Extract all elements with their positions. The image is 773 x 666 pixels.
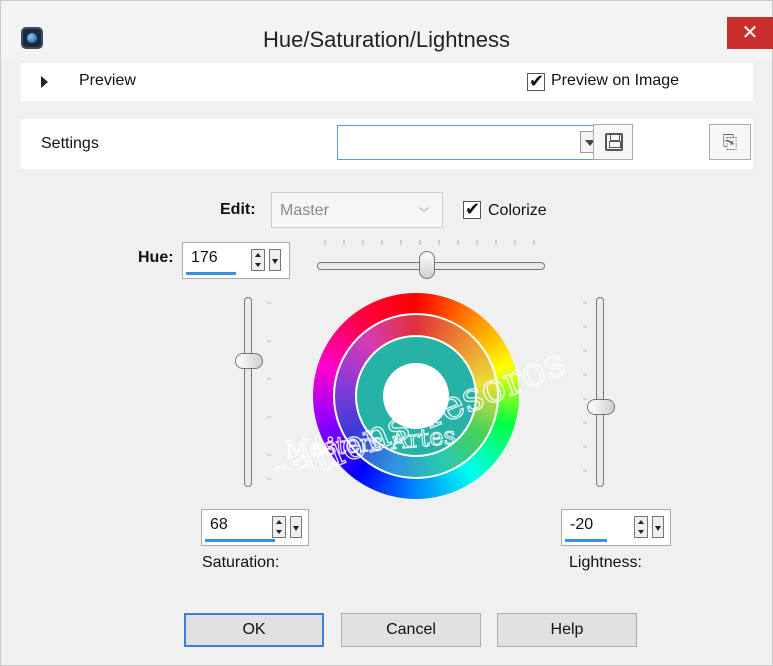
edit-channel-value: Master <box>280 202 329 219</box>
lightness-slider-track[interactable] <box>596 297 604 487</box>
hue-value-indicator <box>186 272 236 275</box>
hue-label: Hue: <box>138 249 174 266</box>
presets-icon: ⎘ <box>722 132 738 152</box>
settings-row: Settings ⎘ <box>21 119 753 169</box>
hue-dropdown-button[interactable] <box>269 249 281 271</box>
wheel-center <box>383 363 449 429</box>
color-wheel <box>313 293 519 499</box>
settings-label: Settings <box>41 135 99 152</box>
edit-channel-select[interactable]: Master ﹀ <box>271 192 443 228</box>
lightness-dropdown-button[interactable] <box>652 516 664 538</box>
lightness-spin-field[interactable]: -20 <box>561 509 671 546</box>
ok-button[interactable]: OK <box>184 613 324 647</box>
saturation-dropdown-button[interactable] <box>290 516 302 538</box>
window-title: Hue/Saturation/Lightness <box>262 27 511 52</box>
lightness-slider-ticks <box>583 302 587 472</box>
hue-slider-ticks <box>324 240 535 245</box>
preview-on-image-label[interactable]: Preview on Image <box>551 72 679 90</box>
saturation-label: Saturation: <box>202 554 280 571</box>
expand-triangle-icon[interactable] <box>41 76 48 88</box>
lightness-value-indicator <box>565 539 607 542</box>
chevron-down-icon: ﹀ <box>417 206 430 220</box>
save-preset-button[interactable] <box>593 124 633 160</box>
presets-manager-button[interactable]: ⎘ <box>709 124 751 160</box>
help-button[interactable]: Help <box>497 613 637 647</box>
preview-row: Preview ✔ Preview on Image <box>21 63 753 101</box>
lightness-slider-thumb[interactable] <box>587 399 615 415</box>
saturation-value-indicator <box>205 539 275 542</box>
settings-preset-combo[interactable] <box>337 125 601 160</box>
saturation-spin-arrows[interactable] <box>272 516 286 538</box>
checkmark-icon: ✔ <box>465 199 481 219</box>
hue-slider-thumb[interactable] <box>419 251 435 279</box>
dialog-window: Hue/Saturation/Lightness ✕ Preview ✔ Pre… <box>0 0 773 666</box>
lightness-value[interactable]: -20 <box>570 516 593 534</box>
checkmark-icon: ✔ <box>529 71 545 91</box>
title-bar: Hue/Saturation/Lightness ✕ <box>1 1 773 61</box>
saturation-slider-ticks <box>267 302 271 480</box>
saturation-value[interactable]: 68 <box>210 516 228 534</box>
hue-spin-arrows[interactable] <box>251 249 265 271</box>
cancel-button[interactable]: Cancel <box>341 613 481 647</box>
preview-label[interactable]: Preview <box>79 72 136 90</box>
lightness-label: Lightness: <box>569 554 642 571</box>
hue-value[interactable]: 176 <box>191 249 218 267</box>
lightness-spin-arrows[interactable] <box>634 516 648 538</box>
edit-label: Edit: <box>220 201 256 218</box>
saturation-spin-field[interactable]: 68 <box>201 509 309 546</box>
colorize-checkbox[interactable]: ✔ <box>463 199 481 219</box>
preview-on-image-checkbox[interactable]: ✔ <box>527 71 545 91</box>
colorize-label[interactable]: Colorize <box>488 202 547 220</box>
saturation-slider-thumb[interactable] <box>235 353 263 369</box>
saturation-slider-track[interactable] <box>244 297 252 487</box>
floppy-disk-icon <box>605 133 623 151</box>
close-button[interactable]: ✕ <box>727 17 773 49</box>
hue-spin-field[interactable]: 176 <box>182 242 290 279</box>
